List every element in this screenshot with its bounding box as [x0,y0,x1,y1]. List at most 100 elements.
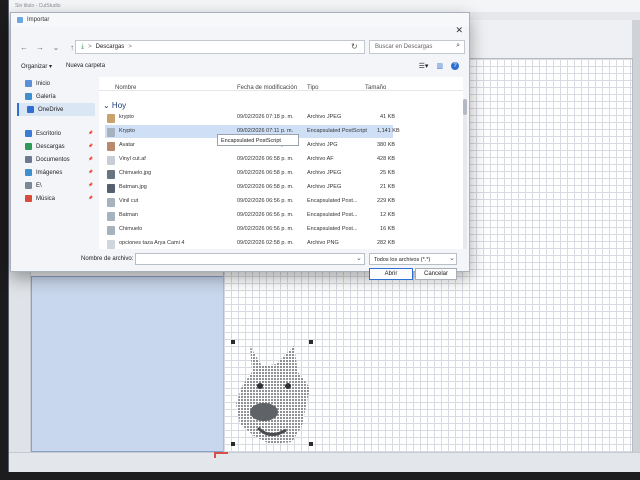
help-icon[interactable]: ? [451,62,459,70]
app-status-bar [9,452,640,472]
file-row[interactable]: Chimuelo.jpg 09/02/2026 06:58 p. m. Archiv… [105,167,395,180]
file-row[interactable]: Vinil cut 09/02/2026 06:56 p. m. Encapsula… [105,195,396,208]
column-name[interactable]: Nombre [115,85,136,91]
dialog-toolbar: Organizar ▾ Nueva carpeta [11,59,469,73]
sidebar-item-label: Imágenes [36,169,63,176]
search-placeholder: Buscar en Descargas [375,44,433,50]
selection-handle[interactable] [231,340,235,344]
file-row[interactable]: Batman.jpg 09/02/2026 06:58 p. m. Archivo … [105,181,395,194]
images-icon [25,169,32,176]
file-type: Encapsulated Post... [307,198,358,204]
sidebar-item-galería[interactable]: Galería [17,90,95,103]
recent-locations-icon[interactable]: ⌄ [51,43,61,52]
sidebar-item-documentos[interactable]: Documentos 📌 [17,153,95,166]
file-list: Nombre Fecha de modificación Tipo Tamaño… [99,77,463,249]
file-size: 282 KB [377,240,396,246]
file-icon [107,198,115,207]
file-date: 09/02/2026 07:18 p. m. [237,114,294,120]
pin-icon[interactable]: 📌 [88,169,93,174]
file-size: 16 KB [380,226,395,232]
pin-icon[interactable]: 📌 [88,182,93,187]
file-date: 09/02/2026 02:58 p. m. [237,240,294,246]
navigation-pane: Inicio Galería OneDrive Escritorio 📌 Descarga… [17,77,95,249]
selection-handle[interactable] [309,340,313,344]
filename-label: Nombre de archivo: [81,256,134,262]
sidebar-item-escritorio[interactable]: Escritorio 📌 [17,127,95,140]
selection-handle[interactable] [231,442,235,446]
gallery-icon [25,93,32,100]
sidebar-item-label: Música [36,195,56,202]
column-date[interactable]: Fecha de modificación [237,85,297,91]
pin-icon[interactable]: 📌 [88,130,93,135]
view-options-icon[interactable]: ☰▾ [419,62,429,70]
open-button[interactable]: Abrir [369,268,413,280]
forward-icon[interactable]: → [35,43,45,52]
app-icon [17,17,23,23]
file-row[interactable]: krypto 09/02/2026 07:18 p. m. Archivo JPEG… [105,111,395,124]
file-icon [107,212,115,221]
close-icon[interactable]: ✕ [455,25,463,36]
file-name: krypto [119,114,134,120]
home-icon [25,80,32,87]
sidebar-item-e-[interactable]: E\ 📌 [17,179,95,192]
file-type: Archivo JPEG [307,184,342,190]
music-icon [25,195,32,202]
pin-icon[interactable]: 📌 [88,195,93,200]
sidebar-item-descargas[interactable]: Descargas 📌 [17,140,95,153]
type-tooltip: Encapsulated PostScript [217,134,299,146]
file-row[interactable]: opciones taza Arya Cami 4 09/02/2026 02:5… [105,237,396,250]
search-icon[interactable]: ⌕ [456,42,460,50]
file-size: 12 KB [380,212,395,218]
view-controls: ☰▾ ▥ ? [419,62,459,70]
file-row[interactable]: Vinyl cut.af 09/02/2026 06:58 p. m. Archiv… [105,153,395,166]
preview-pane-icon[interactable]: ▥ [436,62,443,70]
file-size: 229 KB [377,198,396,204]
pin-icon[interactable]: 📌 [88,156,93,161]
filetype-select[interactable]: Todos los archivos (*.*) [369,253,457,265]
filename-input[interactable] [135,253,365,265]
group-header-today[interactable]: ⌄ Hoy [103,101,126,110]
sidebar-item-música[interactable]: Música 📌 [17,192,95,205]
file-date: 09/02/2026 06:58 p. m. [237,156,294,162]
file-name: Vinil cut [119,198,139,204]
file-date: 09/02/2026 06:56 p. m. [237,226,294,232]
breadcrumb-descargas[interactable]: Descargas [96,44,125,50]
pin-icon[interactable]: 📌 [88,143,93,148]
file-size: 1,141 KB [377,128,400,134]
file-date: 09/02/2026 06:56 p. m. [237,198,294,204]
column-size[interactable]: Tamaño [365,85,386,91]
file-type: Archivo PNG [307,240,339,246]
sidebar-item-imágenes[interactable]: Imágenes 📌 [17,166,95,179]
file-size: 21 KB [380,184,395,190]
cloud-icon [27,106,34,113]
app-right-scrollbar[interactable] [632,20,640,460]
file-type: Archivo JPEG [307,114,342,120]
download-icon [25,143,32,150]
file-list-scrollbar[interactable] [463,99,467,249]
sidebar-item-inicio[interactable]: Inicio [17,77,95,90]
search-input[interactable]: Buscar en Descargas ⌕ [369,40,465,54]
sidebar-item-onedrive[interactable]: OneDrive [17,103,95,116]
file-type: Archivo JPG [307,142,338,148]
breadcrumb-separator: > [88,44,92,50]
file-row[interactable]: Batman 09/02/2026 06:56 p. m. Encapsulated… [105,209,395,222]
address-bar[interactable]: ⤓ > Descargas > [75,40,365,54]
file-name: Vinyl cut.af [119,156,146,162]
organize-menu[interactable]: Organizar ▾ [21,63,52,70]
file-type: Archivo AF [307,156,334,162]
back-icon[interactable]: ← [19,43,29,52]
drive-icon [25,182,32,189]
selection-handle[interactable] [309,442,313,446]
import-dialog: Importar ✕ ← → ⌄ ↑ ⤓ > Descargas > ↻ Bus… [10,12,470,280]
new-folder-button[interactable]: Nueva carpeta [66,63,105,69]
cancel-button[interactable]: Cancelar [415,268,457,280]
chevron-down-icon[interactable]: ⌄ [356,254,362,262]
refresh-icon[interactable]: ↻ [351,42,358,51]
chevron-down-icon[interactable]: ⌄ [449,254,455,262]
column-type[interactable]: Tipo [307,85,318,91]
sidebar-item-label: Inicio [36,80,51,87]
sidebar-item-label: Galería [36,93,56,100]
file-row[interactable]: Chimuelo 09/02/2026 06:56 p. m. Encapsulat… [105,223,395,236]
dialog-titlebar: Importar [11,13,469,27]
file-size: 25 KB [380,170,395,176]
